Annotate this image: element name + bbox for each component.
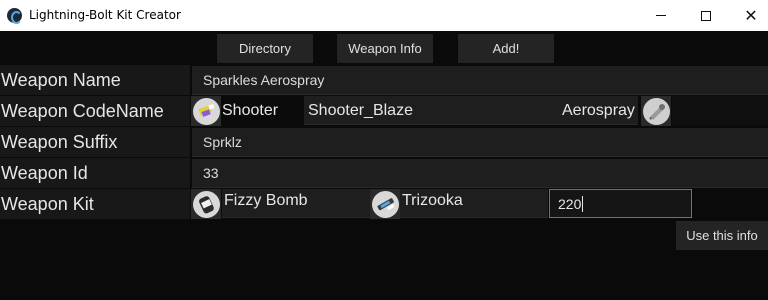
- special-weapon-value: Trizooka: [402, 192, 463, 209]
- weapon-suffix-label: Weapon Suffix: [0, 127, 190, 157]
- use-this-info-button[interactable]: Use this info: [676, 221, 768, 250]
- window-title: Lightning-Bolt Kit Creator: [29, 8, 181, 22]
- weapon-id-input[interactable]: 33: [192, 159, 768, 188]
- weapon-name-input[interactable]: Sparkles Aerospray: [192, 66, 768, 95]
- sub-weapon-image[interactable]: [191, 189, 221, 219]
- app-icon: [7, 8, 22, 24]
- special-points-input[interactable]: 220: [549, 189, 692, 218]
- weapon-variant-image[interactable]: [641, 96, 671, 126]
- weapon-id-label: Weapon Id: [0, 158, 190, 188]
- add-button[interactable]: Add!: [458, 34, 554, 63]
- weapon-name-label: Weapon Name: [0, 65, 190, 95]
- weapon-codename-label: Weapon CodeName: [0, 96, 190, 126]
- shooter-icon: [192, 97, 220, 125]
- text-caret: [582, 195, 584, 212]
- codename-row-spacer: [672, 96, 768, 125]
- weapon-info-button[interactable]: Weapon Info: [337, 34, 433, 63]
- trizooka-icon: [371, 190, 399, 218]
- close-button[interactable]: ✕: [728, 0, 768, 31]
- weapon-kit-label: Weapon Kit: [0, 189, 190, 219]
- maximize-icon: [701, 10, 711, 21]
- weapon-suffix-input[interactable]: Sprklz: [192, 128, 768, 157]
- directory-button[interactable]: Directory: [217, 34, 313, 63]
- weapon-variant-text: Aerospray: [562, 102, 635, 119]
- special-weapon-image[interactable]: [370, 189, 400, 219]
- close-icon: ✕: [744, 6, 758, 25]
- maximize-button[interactable]: [683, 0, 729, 31]
- title-bar: Lightning-Bolt Kit Creator ✕: [0, 0, 768, 31]
- special-points-value: 220: [558, 195, 582, 212]
- sub-weapon-value: Fizzy Bomb: [224, 192, 308, 209]
- minimize-button[interactable]: [638, 0, 684, 31]
- aerospray-icon: [642, 97, 670, 125]
- fizzy-bomb-icon: [192, 190, 220, 218]
- minimize-icon: [656, 15, 666, 16]
- weapon-codename-value: Shooter_Blaze: [308, 102, 413, 119]
- weapon-class-text: Shooter: [222, 102, 279, 119]
- weapon-class-image[interactable]: [191, 96, 221, 126]
